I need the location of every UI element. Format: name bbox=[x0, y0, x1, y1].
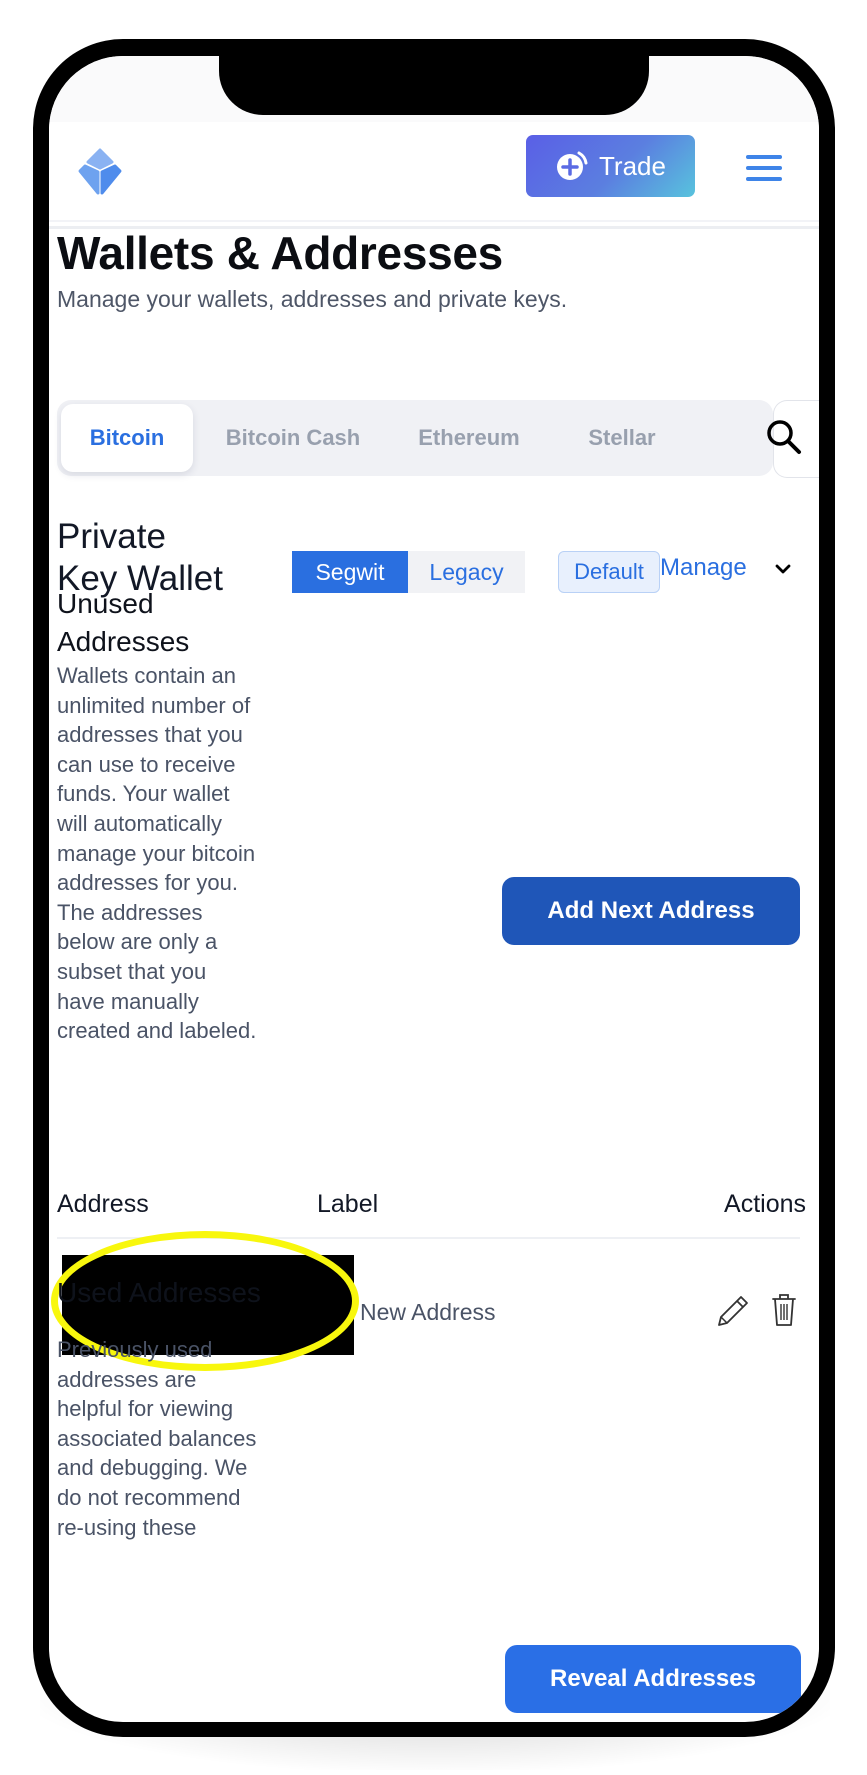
desc-line: associated balances bbox=[57, 1425, 257, 1451]
blockchain-logo-icon[interactable] bbox=[75, 147, 125, 197]
desc-line: The addresses bbox=[57, 899, 203, 925]
tab-bitcoin-cash[interactable]: Bitcoin Cash bbox=[207, 404, 379, 472]
unused-addresses-title: Unused Addresses bbox=[57, 585, 189, 661]
desc-line: re-using these bbox=[57, 1514, 197, 1540]
phone-screen: Trade Wallets & Addresses Manage your wa… bbox=[49, 56, 819, 1722]
unused-addresses-description: Wallets contain an unlimited number of a… bbox=[57, 661, 317, 1046]
default-badge: Default bbox=[558, 551, 660, 593]
plus-circle-icon bbox=[557, 151, 588, 180]
desc-line: funds. Your wallet bbox=[57, 781, 230, 807]
desc-line: manage your bitcoin bbox=[57, 840, 256, 866]
desc-line: created and labeled. bbox=[57, 1018, 257, 1044]
desc-line: Wallets contain an bbox=[57, 663, 236, 688]
manage-link[interactable]: Manage bbox=[660, 554, 747, 582]
asset-tabs: Bitcoin Bitcoin Cash Ethereum Stellar bbox=[57, 400, 773, 476]
legacy-toggle[interactable]: Legacy bbox=[408, 551, 525, 593]
app-header: Trade bbox=[49, 122, 819, 222]
unused-title-line1: Unused bbox=[57, 588, 154, 619]
column-header-label: Label bbox=[317, 1190, 379, 1218]
column-header-actions: Actions bbox=[724, 1190, 806, 1218]
chevron-down-icon[interactable] bbox=[775, 562, 791, 576]
used-addresses-title: Used Addresses bbox=[57, 1277, 261, 1308]
desc-line: unlimited number of bbox=[57, 692, 251, 718]
unused-title-line2: Addresses bbox=[57, 626, 190, 657]
address-label: New Address bbox=[360, 1299, 496, 1325]
desc-line: and debugging. We bbox=[57, 1455, 248, 1481]
phone-notch bbox=[219, 56, 649, 115]
desc-line: can use to receive bbox=[57, 751, 236, 777]
desc-line: below are only a bbox=[57, 929, 218, 955]
tab-bitcoin[interactable]: Bitcoin bbox=[61, 404, 193, 472]
trash-icon[interactable] bbox=[770, 1292, 798, 1328]
trade-label: Trade bbox=[599, 150, 666, 181]
pencil-icon[interactable] bbox=[716, 1294, 750, 1328]
tab-ethereum[interactable]: Ethereum bbox=[399, 404, 539, 472]
hamburger-menu-icon[interactable] bbox=[746, 155, 782, 181]
page-subtitle: Manage your wallets, addresses and priva… bbox=[57, 286, 568, 312]
desc-line: addresses that you bbox=[57, 722, 243, 748]
page-title: Wallets & Addresses bbox=[57, 227, 503, 279]
desc-line: addresses for you. bbox=[57, 870, 238, 896]
add-next-address-button[interactable]: Add Next Address bbox=[502, 877, 800, 945]
desc-line: addresses are bbox=[57, 1366, 197, 1392]
desc-line: helpful for viewing bbox=[57, 1396, 234, 1422]
segwit-toggle[interactable]: Segwit bbox=[292, 551, 408, 593]
wallet-title-line1: Private bbox=[57, 517, 166, 556]
search-icon[interactable] bbox=[765, 418, 803, 456]
desc-line: have manually bbox=[57, 988, 199, 1014]
desc-line: do not recommend bbox=[57, 1484, 241, 1510]
column-header-address: Address bbox=[57, 1190, 149, 1218]
desc-line: will automatically bbox=[57, 810, 223, 836]
used-addresses-description: Previously used addresses are helpful fo… bbox=[57, 1335, 317, 1542]
desc-line: Previously used bbox=[57, 1337, 213, 1362]
trade-button[interactable]: Trade bbox=[526, 135, 695, 197]
desc-line: subset that you bbox=[57, 958, 207, 984]
reveal-addresses-button[interactable]: Reveal Addresses bbox=[505, 1645, 801, 1713]
tab-stellar[interactable]: Stellar bbox=[567, 404, 677, 472]
